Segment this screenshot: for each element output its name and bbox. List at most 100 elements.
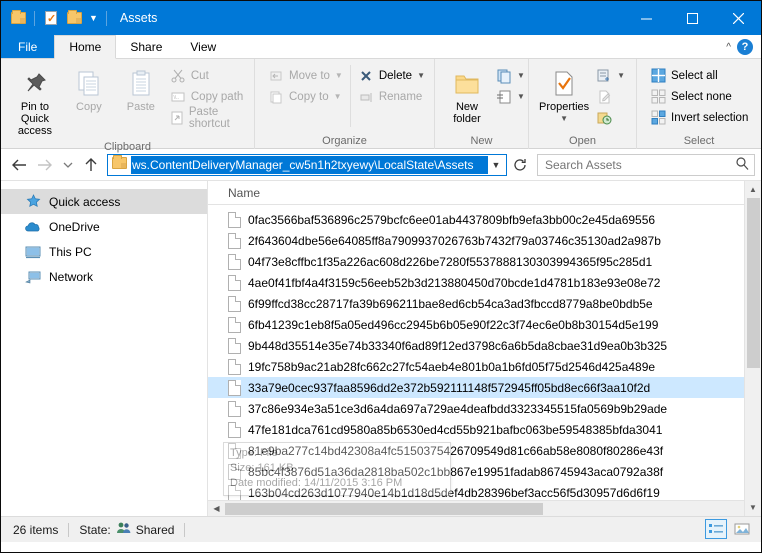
search-icon[interactable] (735, 156, 749, 173)
file-icon (228, 337, 241, 354)
paste-shortcut-button[interactable]: Paste shortcut (167, 105, 248, 130)
invert-selection-button[interactable]: Invert selection (647, 107, 751, 128)
copy-to-button[interactable]: Copy to ▼ (265, 86, 346, 107)
file-row-11[interactable]: 47fe181dca761cd9580a85b6530ed4cd55b921ba… (208, 419, 744, 440)
move-to-label: Move to (289, 69, 330, 82)
horizontal-scroll-thumb[interactable] (225, 502, 543, 515)
address-chevron-down-icon[interactable]: ▼ (488, 160, 504, 170)
edit-button[interactable] (593, 86, 628, 107)
file-row-10[interactable]: 37c86e934e3a51ce3d6a4da697a729ae4deafbdd… (208, 398, 744, 419)
delete-button[interactable]: Delete ▼ (355, 65, 428, 86)
copy-button[interactable]: Copy (63, 63, 115, 115)
new-folder-icon (452, 65, 482, 99)
file-row-9-selected[interactable]: 33a79e0cec937faa8596dd2e372b592111148f57… (208, 377, 744, 398)
scroll-down-button[interactable]: ▼ (745, 499, 762, 516)
new-item-button[interactable]: ▼ (493, 65, 528, 86)
pin-to-quick-access-button[interactable]: Pin to Quick access (7, 63, 63, 139)
file-row-6[interactable]: 6fb41239c1eb8f5a05ed496cc2945b6b05e90f22… (208, 314, 744, 335)
minimize-button[interactable] (623, 1, 669, 35)
organize-separator (349, 65, 351, 127)
file-icon (228, 379, 241, 396)
vertical-scrollbar[interactable]: ▲ ▼ (744, 181, 761, 516)
file-icon (228, 400, 241, 417)
copy-to-caret-icon[interactable]: ▼ (334, 92, 342, 101)
column-header-name[interactable]: Name (208, 181, 744, 205)
file-row-7[interactable]: 9b448d35514e35e74b33340f6ad89f12ed3798c6… (208, 335, 744, 356)
file-row-5[interactable]: 6f99ffcd38cc28717fa39b696211bae8ed6cb54c… (208, 293, 744, 314)
file-row-8[interactable]: 19fc758b9ac21ab28fc662c27fc54aeb4e801b0a… (208, 356, 744, 377)
chevron-up-icon[interactable]: ^ (726, 42, 731, 53)
file-row-1[interactable]: 0fac3566baf536896c2579bcfc6ee01ab4437809… (208, 209, 744, 230)
address-path-text[interactable]: ws.ContentDeliveryManager_cw5n1h2txyewy\… (131, 155, 488, 174)
copy-path-label: Copy path (190, 90, 244, 103)
file-row-3[interactable]: 04f73e8cffbc1f35a226ac608d226be7280f5537… (208, 251, 744, 272)
rename-button[interactable]: Rename (355, 86, 428, 107)
group-label-organize: Organize (322, 135, 367, 147)
qat-properties-check-icon[interactable]: ✓ (41, 8, 61, 28)
search-input[interactable] (543, 156, 735, 173)
scroll-left-button[interactable]: ◀ (208, 501, 225, 517)
new-item-caret-icon[interactable]: ▼ (517, 71, 525, 80)
file-name: 47fe181dca761cd9580a85b6530ed4cd55b921ba… (248, 422, 663, 437)
qat-folder-icon[interactable] (8, 8, 28, 28)
qat-new-folder-icon[interactable] (64, 8, 84, 28)
help-icon[interactable]: ? (737, 39, 753, 55)
tab-file[interactable]: File (1, 35, 55, 58)
history-button[interactable] (593, 107, 628, 128)
properties-caret-icon[interactable]: ▼ (560, 113, 568, 125)
select-all-button[interactable]: Select all (647, 65, 751, 86)
group-label-select: Select (683, 135, 715, 147)
pin-label-2: access (17, 125, 53, 137)
open-with-caret-icon[interactable]: ▼ (617, 71, 625, 80)
easy-access-caret-icon[interactable]: ▼ (517, 92, 525, 101)
up-button[interactable] (79, 153, 103, 177)
sidebar-item-onedrive[interactable]: OneDrive (1, 214, 207, 239)
address-input-box[interactable]: ws.ContentDeliveryManager_cw5n1h2txyewy\… (107, 153, 507, 176)
tab-share[interactable]: Share (116, 35, 176, 58)
invert-selection-label: Invert selection (671, 111, 749, 124)
delete-caret-icon[interactable]: ▼ (417, 71, 425, 80)
cut-button[interactable]: Cut (167, 65, 248, 86)
easy-access-icon (496, 89, 512, 105)
select-none-button[interactable]: Select none (647, 86, 751, 107)
horizontal-scrollbar[interactable]: ◀ (208, 500, 744, 516)
copy-path-button[interactable]: \\.. Copy path (167, 86, 248, 107)
search-box[interactable] (537, 153, 755, 176)
vertical-scroll-thumb[interactable] (746, 198, 760, 368)
details-view-button[interactable] (705, 519, 727, 539)
new-item-icon (496, 68, 512, 84)
qat-chevron-down-icon[interactable]: ▼ (87, 13, 100, 23)
sidebar-label-onedrive: OneDrive (49, 219, 100, 234)
sidebar-item-this-pc[interactable]: This PC (1, 239, 207, 264)
recent-locations-button[interactable] (59, 153, 77, 177)
easy-access-button[interactable]: ▼ (493, 86, 528, 107)
star-pin-icon (25, 194, 41, 210)
view-buttons (705, 519, 753, 539)
scroll-up-button[interactable]: ▲ (745, 181, 762, 198)
ribbon-group-organize: Move to ▼ Copy to ▼ Delete ▼ Rename Orga… (255, 59, 435, 149)
back-button[interactable] (7, 153, 31, 177)
refresh-button[interactable] (509, 154, 531, 176)
file-row-4[interactable]: 4ae0f41fbf4a4f3159c56eeb52b3d213880450d7… (208, 272, 744, 293)
close-button[interactable] (715, 1, 761, 35)
paste-shortcut-icon (170, 110, 184, 126)
open-small-commands: ▼ (593, 63, 628, 128)
paste-shortcut-label: Paste shortcut (188, 105, 230, 130)
tab-view[interactable]: View (176, 35, 230, 58)
new-folder-button[interactable]: New folder (441, 63, 493, 127)
properties-button[interactable]: Properties ▼ (535, 63, 593, 127)
open-with-icon (596, 68, 612, 84)
move-to-button[interactable]: Move to ▼ (265, 65, 346, 86)
tab-home[interactable]: Home (54, 35, 117, 59)
forward-button[interactable] (33, 153, 57, 177)
file-row-2[interactable]: 2f643604dbe56e64085ff8a7909937026763b743… (208, 230, 744, 251)
maximize-button[interactable] (669, 1, 715, 35)
open-with-button[interactable]: ▼ (593, 65, 628, 86)
large-icons-view-button[interactable] (731, 519, 753, 539)
sidebar-label-quick-access: Quick access (49, 194, 121, 209)
select-all-label: Select all (671, 69, 718, 82)
sidebar-item-quick-access[interactable]: Quick access (1, 189, 207, 214)
sidebar-item-network[interactable]: Network (1, 264, 207, 289)
paste-button[interactable]: Paste (115, 63, 167, 115)
move-to-caret-icon[interactable]: ▼ (335, 71, 343, 80)
